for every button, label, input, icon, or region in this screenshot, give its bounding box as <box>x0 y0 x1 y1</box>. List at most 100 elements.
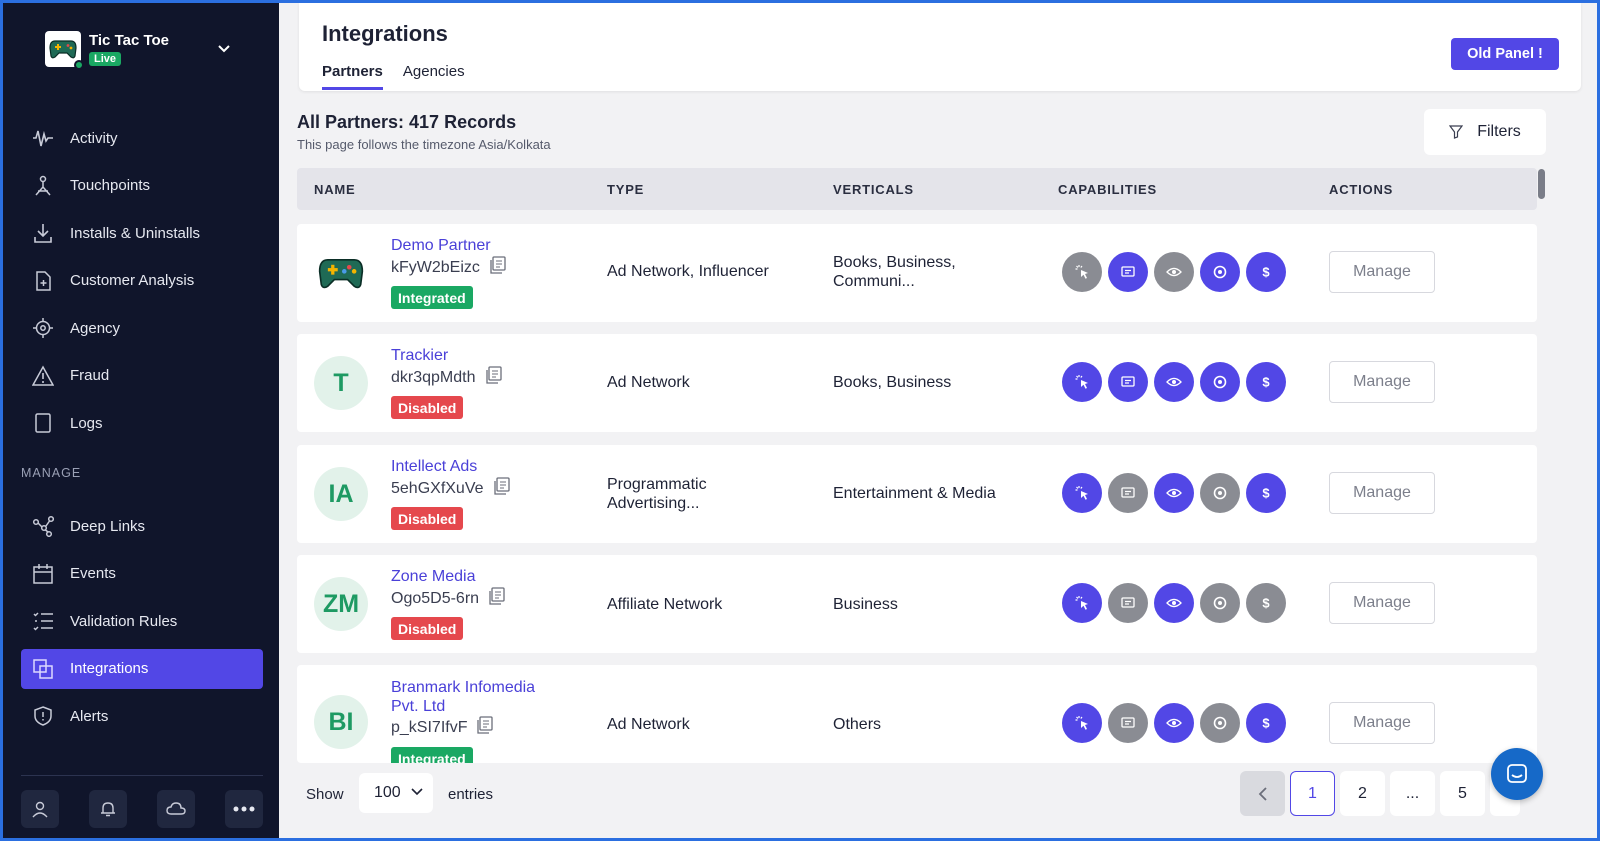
manage-button[interactable]: Manage <box>1329 361 1435 403</box>
bell-icon[interactable] <box>89 790 127 828</box>
chevron-down-icon[interactable] <box>217 41 231 59</box>
manage-button[interactable]: Manage <box>1329 251 1435 293</box>
target-icon[interactable] <box>1200 362 1240 402</box>
manage-button[interactable]: Manage <box>1329 702 1435 744</box>
filters-button[interactable]: Filters <box>1424 109 1546 155</box>
partner-id-text: kFyW2bEizc <box>391 258 480 276</box>
tab-agencies[interactable]: Agencies <box>403 63 465 90</box>
partner-name-link[interactable]: Intellect Ads <box>391 458 477 476</box>
click-icon[interactable] <box>1062 703 1102 743</box>
sidebar-item-integrations[interactable]: Integrations <box>21 648 263 689</box>
partner-name-link[interactable]: Branmark Infomedia Pvt. Ltd <box>391 678 561 716</box>
sidebar-item-customer-analysis[interactable]: Customer Analysis <box>21 261 263 301</box>
sidebar-divider <box>21 775 263 776</box>
agency-icon <box>31 316 55 340</box>
filter-icon <box>1449 125 1464 139</box>
target-icon[interactable] <box>1200 473 1240 513</box>
sidebar-item-label: Activity <box>70 129 118 147</box>
sidebar-item-deep-links[interactable]: Deep Links <box>21 506 263 546</box>
table-row: BI Branmark Infomedia Pvt. Ltd p_kSI7Ifv… <box>297 665 1537 763</box>
copy-icon[interactable] <box>493 477 510 500</box>
partner-id: dkr3qpMdth <box>391 366 502 389</box>
partner-id-text: p_kSI7IfvF <box>391 718 468 736</box>
sidebar-item-label: Validation Rules <box>70 612 178 630</box>
copy-icon[interactable] <box>490 256 506 279</box>
column-header-verticals[interactable]: VERTICALS <box>833 182 914 197</box>
message-icon[interactable] <box>1108 252 1148 292</box>
table-scrollbar[interactable] <box>1538 169 1545 199</box>
click-icon[interactable] <box>1062 362 1102 402</box>
column-header-name[interactable]: NAME <box>314 182 355 197</box>
click-icon[interactable] <box>1062 473 1102 513</box>
old-panel-button[interactable]: Old Panel ! <box>1451 38 1559 70</box>
page-button-5[interactable]: 5 <box>1440 771 1485 816</box>
click-icon[interactable] <box>1062 583 1102 623</box>
eye-icon[interactable] <box>1154 583 1194 623</box>
pagination: 1 2 ... 5 <box>1240 771 1525 816</box>
sidebar-item-validation-rules[interactable]: Validation Rules <box>21 601 263 641</box>
more-icon[interactable] <box>225 790 263 828</box>
capabilities: $ <box>1062 252 1292 292</box>
dollar-icon[interactable]: $ <box>1246 703 1286 743</box>
cloud-icon[interactable] <box>157 790 195 828</box>
column-header-capabilities[interactable]: CAPABILITIES <box>1058 182 1157 197</box>
eye-icon[interactable] <box>1154 473 1194 513</box>
partner-verticals: Books, Business, Communi... <box>833 254 956 290</box>
eye-icon[interactable] <box>1154 703 1194 743</box>
sidebar-bottom-bar <box>21 790 263 828</box>
dollar-icon[interactable]: $ <box>1246 473 1286 513</box>
click-icon[interactable] <box>1062 252 1102 292</box>
copy-icon[interactable] <box>489 587 505 610</box>
page-button-1[interactable]: 1 <box>1290 771 1335 816</box>
copy-icon[interactable] <box>485 366 502 389</box>
manage-button[interactable]: Manage <box>1329 472 1435 514</box>
sidebar-item-touchpoints[interactable]: Touchpoints <box>21 166 263 206</box>
dollar-icon[interactable]: $ <box>1246 583 1286 623</box>
target-icon[interactable] <box>1200 252 1240 292</box>
partner-name-link[interactable]: Demo Partner <box>391 237 491 255</box>
dollar-icon[interactable]: $ <box>1246 252 1286 292</box>
chat-icon[interactable] <box>1491 748 1543 800</box>
copy-icon[interactable] <box>477 716 494 739</box>
partner-type: Ad Network, Influencer <box>607 263 769 280</box>
partner-verticals: Entertainment & Media <box>833 485 996 502</box>
entries-select[interactable]: 100 <box>359 773 433 813</box>
page-button-2[interactable]: 2 <box>1340 771 1385 816</box>
manage-button[interactable]: Manage <box>1329 582 1435 624</box>
sidebar-item-installs[interactable]: Installs & Uninstalls <box>21 213 263 253</box>
partner-name-link[interactable]: Zone Media <box>391 568 476 586</box>
timezone-note: This page follows the timezone Asia/Kolk… <box>297 137 551 152</box>
eye-icon[interactable] <box>1154 252 1194 292</box>
target-icon[interactable] <box>1200 583 1240 623</box>
sidebar-item-events[interactable]: Events <box>21 554 263 594</box>
target-icon[interactable] <box>1200 703 1240 743</box>
tab-partners[interactable]: Partners <box>322 63 383 90</box>
partner-type: Affiliate Network <box>607 596 723 613</box>
app-switcher[interactable]: Tic Tac Toe Live <box>45 31 169 70</box>
partner-logo <box>314 246 368 300</box>
user-icon[interactable] <box>21 790 59 828</box>
eye-icon[interactable] <box>1154 362 1194 402</box>
page-header: Integrations Partners Agencies Old Panel… <box>299 3 1581 91</box>
dollar-icon[interactable]: $ <box>1246 362 1286 402</box>
partner-verticals: Books, Business <box>833 374 952 391</box>
sidebar-item-fraud[interactable]: Fraud <box>21 356 263 396</box>
sidebar-item-agency[interactable]: Agency <box>21 308 263 348</box>
partner-id: kFyW2bEizc <box>391 256 506 279</box>
sidebar-item-logs[interactable]: Logs <box>21 403 263 443</box>
sidebar-item-label: Logs <box>70 414 103 432</box>
column-header-type[interactable]: TYPE <box>607 182 644 197</box>
message-icon[interactable] <box>1108 362 1148 402</box>
column-header-actions[interactable]: ACTIONS <box>1329 182 1393 197</box>
sidebar-item-activity[interactable]: Activity <box>21 118 263 158</box>
status-badge: Integrated <box>391 747 473 763</box>
integrations-icon <box>31 657 55 681</box>
sidebar-item-alerts[interactable]: Alerts <box>21 696 263 736</box>
share-icon <box>31 514 55 538</box>
message-icon[interactable] <box>1108 473 1148 513</box>
partner-id-text: dkr3qpMdth <box>391 368 476 386</box>
partner-name-link[interactable]: Trackier <box>391 347 448 365</box>
previous-page-button[interactable] <box>1240 771 1285 816</box>
message-icon[interactable] <box>1108 583 1148 623</box>
message-icon[interactable] <box>1108 703 1148 743</box>
